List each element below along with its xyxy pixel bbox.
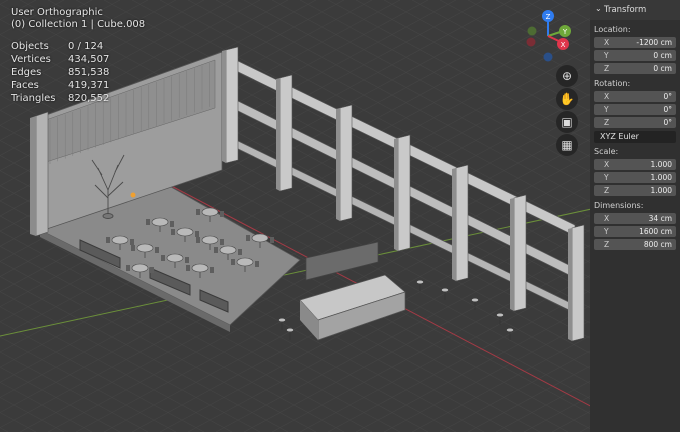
3d-viewport[interactable]: User Orthographic (0) Collection 1 | Cub…: [0, 0, 680, 432]
scale-x-field[interactable]: X 1.000: [594, 159, 676, 170]
rail-post: [452, 164, 469, 282]
rail-post: [568, 224, 585, 342]
grid-icon[interactable]: ▦: [556, 134, 578, 156]
bar-stool: [471, 297, 479, 310]
gizmo-y-label: Y: [562, 28, 568, 36]
gizmo-z-label: Z: [546, 13, 551, 21]
stat-faces: Faces 419,371: [11, 79, 110, 91]
left-pillar: [35, 111, 49, 237]
bar-stool: [286, 327, 294, 340]
stat-objects: Objects 0 / 124: [11, 40, 104, 52]
rotation-y-field[interactable]: Y 0°: [594, 104, 676, 115]
rail-post: [336, 104, 353, 222]
gizmo-neg-y: [527, 26, 537, 36]
rotation-label: Rotation:: [594, 79, 631, 88]
location-x-field[interactable]: X -1200 cm: [594, 37, 676, 48]
location-y-field[interactable]: Y0 cm: [594, 50, 676, 61]
transform-panel-header[interactable]: ⌄ Transform: [590, 0, 680, 20]
collection-info: (0) Collection 1 | Cube.008: [11, 19, 146, 30]
stat-edges: Edges 851,538: [11, 66, 110, 78]
rail-post: [394, 134, 411, 252]
rotation-x-field[interactable]: X 0°: [594, 91, 676, 102]
camera-icon[interactable]: ▣: [556, 111, 578, 133]
hand-icon[interactable]: ✋: [556, 88, 578, 110]
navigation-gizmo[interactable]: Z Y X: [520, 6, 578, 64]
rotation-z-field[interactable]: Z 0°: [594, 117, 676, 128]
rail-post: [222, 46, 239, 164]
rail-post: [276, 74, 293, 192]
scale-z-field[interactable]: Z 1.000: [594, 185, 676, 196]
dimensions-z-field[interactable]: Z 800 cm: [594, 239, 676, 250]
zoom-icon[interactable]: ⊕: [556, 65, 578, 87]
stat-vertices: Vertices 434,507: [11, 53, 110, 65]
dimensions-y-field[interactable]: Y 1600 cm: [594, 226, 676, 237]
bar-stool: [278, 317, 286, 330]
scale-label: Scale:: [594, 147, 619, 156]
gizmo-neg-x: [526, 37, 536, 47]
properties-sidebar: ⌄ Transform Location: X -1200 cm Y0 cm Z0…: [590, 0, 680, 432]
transform-title: Transform: [604, 5, 647, 15]
location-label: Location:: [594, 25, 631, 34]
view-name: User Orthographic: [11, 7, 103, 18]
gizmo-x-label: X: [561, 41, 566, 49]
rail-post: [510, 194, 527, 312]
scale-y-field[interactable]: Y 1.000: [594, 172, 676, 183]
dimensions-label: Dimensions:: [594, 201, 644, 210]
bar-stool: [506, 327, 514, 340]
location-z-field[interactable]: Z0 cm: [594, 63, 676, 74]
bar-stool: [496, 312, 504, 325]
object-origin: [130, 192, 136, 198]
stat-triangles: Triangles 820,552: [11, 92, 110, 104]
dimensions-x-field[interactable]: X 34 cm: [594, 213, 676, 224]
left-pillar-side: [30, 116, 36, 236]
chevron-down-icon: ⌄: [595, 4, 602, 13]
gizmo-neg-z: [543, 52, 553, 62]
scene-statistics: Objects 0 / 124 Vertices 434,507 Edges 851,…: [11, 40, 109, 105]
bar-back: [305, 241, 379, 281]
bar-stool: [416, 279, 424, 292]
rotation-mode-dropdown[interactable]: XYZ Euler: [594, 131, 676, 143]
bar-stool: [441, 287, 449, 300]
